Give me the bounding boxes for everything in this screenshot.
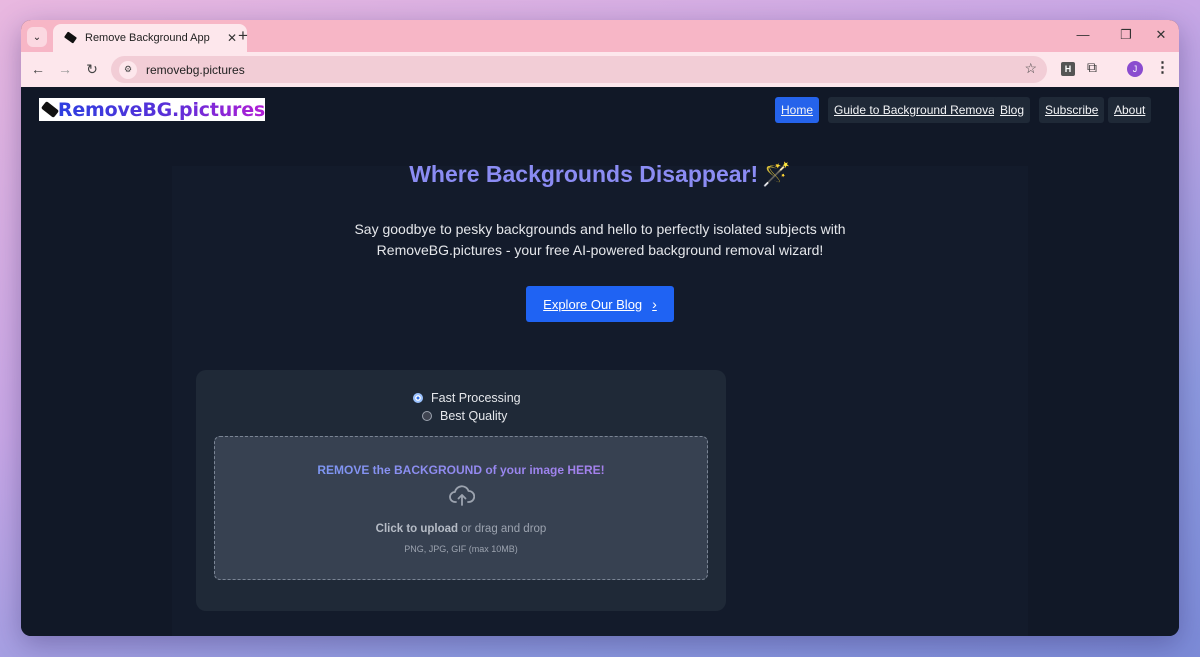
- logo-text: RemoveBG.pictures: [57, 98, 265, 121]
- browser-toolbar: ← → ↻ ⚙ removebg.pictures ☆ H ⧉ J ⋮: [21, 52, 1179, 87]
- tab-strip: ⌄ Remove Background App ✕ + — ❐ ✕: [21, 20, 1179, 52]
- new-tab-button[interactable]: +: [233, 26, 253, 46]
- hero-subtitle: Say goodbye to pesky backgrounds and hel…: [354, 221, 846, 258]
- web-page: RemoveBG.pictures Home Guide to Backgrou…: [21, 87, 1179, 636]
- tab-search-button[interactable]: ⌄: [27, 27, 47, 47]
- cta-label: Explore Our Blog: [543, 296, 643, 312]
- close-window-icon[interactable]: ✕: [1152, 26, 1170, 44]
- radio-label-fast: Fast Processing: [431, 391, 521, 405]
- dropzone-title: REMOVE the BACKGROUND of your image HERE…: [215, 463, 707, 477]
- url-text[interactable]: removebg.pictures: [146, 63, 245, 77]
- extension-h-icon[interactable]: H: [1061, 62, 1075, 76]
- bookmark-star-icon[interactable]: ☆: [1024, 60, 1037, 77]
- nav-guide[interactable]: Guide to Background Removal: [828, 97, 1004, 123]
- site-info-icon[interactable]: ⚙: [119, 60, 137, 79]
- radio-fast-processing[interactable]: [413, 393, 423, 403]
- option-fast-processing[interactable]: Fast Processing: [413, 391, 521, 405]
- magic-wand-icon: 🪄: [762, 161, 791, 187]
- cloud-upload-icon: [449, 485, 475, 506]
- drag-drop-text: or drag and drop: [461, 523, 547, 535]
- chevron-right-icon: ›: [652, 296, 657, 312]
- nav-home[interactable]: Home: [775, 97, 820, 123]
- dropzone-hint: Click to upload or drag and drop: [215, 523, 707, 535]
- radio-best-quality[interactable]: [422, 411, 432, 421]
- explore-blog-button[interactable]: Explore Our Blog ›: [526, 286, 674, 322]
- hero-title-text: Where Backgrounds Disappear!: [409, 161, 759, 187]
- eraser-favicon-icon: [63, 31, 77, 45]
- site-logo[interactable]: RemoveBG.pictures: [39, 98, 265, 121]
- profile-avatar[interactable]: J: [1127, 61, 1143, 77]
- browser-window: ⌄ Remove Background App ✕ + — ❐ ✕ ← → ↻ …: [21, 20, 1179, 636]
- browser-tab[interactable]: Remove Background App ✕: [53, 24, 247, 52]
- forward-icon[interactable]: →: [55, 59, 75, 79]
- nav-subscribe[interactable]: Subscribe: [1039, 97, 1105, 123]
- tab-title: Remove Background App: [85, 32, 210, 44]
- back-icon[interactable]: ←: [28, 59, 48, 79]
- address-bar[interactable]: ⚙ removebg.pictures ☆: [111, 56, 1047, 83]
- eraser-icon: [41, 101, 57, 119]
- upload-dropzone[interactable]: REMOVE the BACKGROUND of your image HERE…: [214, 436, 708, 580]
- minimize-icon[interactable]: —: [1074, 26, 1092, 44]
- upload-card: Fast Processing Best Quality REMOVE the …: [196, 370, 726, 611]
- option-best-quality[interactable]: Best Quality: [422, 409, 507, 423]
- nav-about[interactable]: About: [1108, 97, 1152, 123]
- accepted-formats: PNG, JPG, GIF (max 10MB): [404, 544, 518, 554]
- radio-label-best: Best Quality: [440, 409, 508, 423]
- reload-icon[interactable]: ↻: [82, 59, 102, 79]
- extensions-puzzle-icon[interactable]: ⧉: [1087, 59, 1097, 76]
- hero-title: Where Backgrounds Disappear! 🪄: [21, 161, 1179, 188]
- restore-icon[interactable]: ❐: [1117, 26, 1135, 44]
- menu-dots-icon[interactable]: ⋮: [1155, 58, 1170, 76]
- nav-blog[interactable]: Blog: [994, 97, 1031, 123]
- click-to-upload-text[interactable]: Click to upload: [376, 523, 458, 535]
